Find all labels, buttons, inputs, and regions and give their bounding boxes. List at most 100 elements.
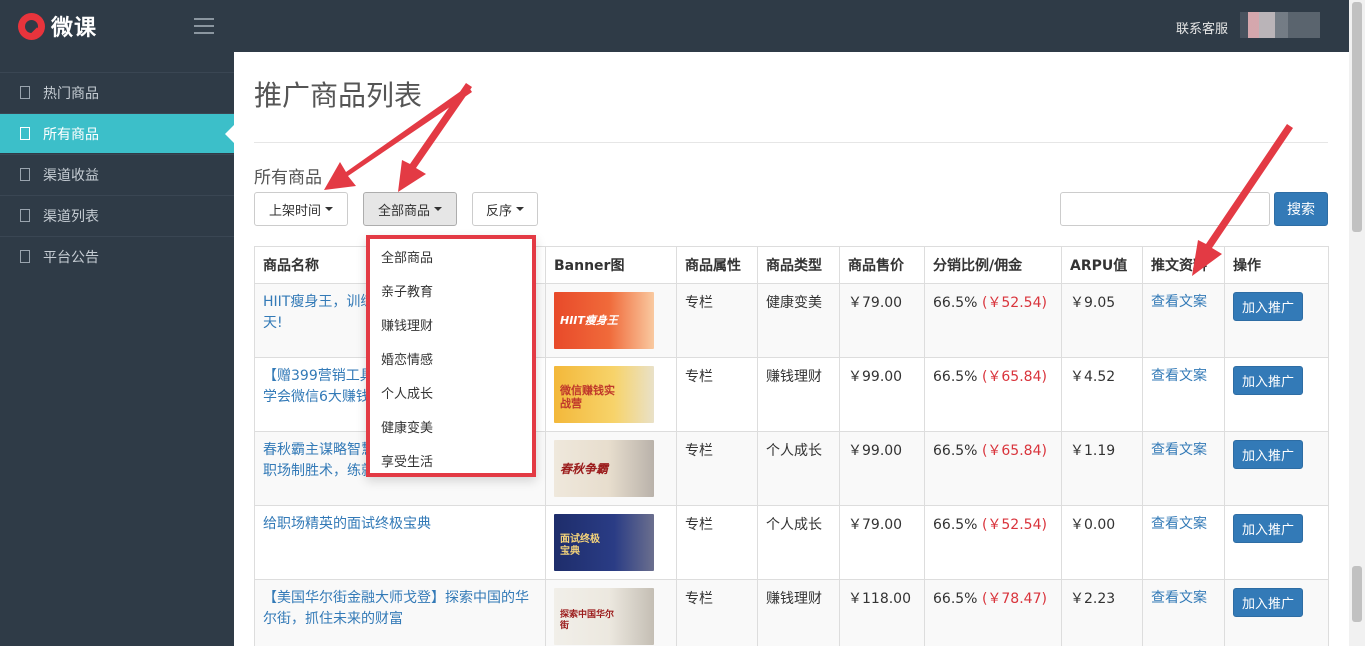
app-window: 微课 联系客服 热门商品 所有商品 渠道收益 渠道列表 平台公告 推广商品列表 … (0, 0, 1365, 646)
category-dropdown[interactable]: 全部商品 (363, 192, 457, 226)
sidebar-item-label: 渠道收益 (43, 167, 99, 184)
sort-field-dropdown[interactable]: 上架时间 (254, 192, 348, 226)
sidebar-item-hot-products[interactable]: 热门商品 (0, 72, 234, 112)
arpu-value: ￥2.23 (1061, 579, 1143, 646)
caret-down-icon (325, 207, 333, 211)
commission-cell: 66.5% (￥52.54) (924, 505, 1062, 580)
dropdown-item-parenting[interactable]: 亲子教育 (370, 273, 532, 307)
caret-down-icon (516, 207, 524, 211)
dropdown-item-relationship[interactable]: 婚恋情感 (370, 341, 532, 375)
search-button[interactable]: 搜索 (1274, 192, 1328, 226)
scrollbar-thumb[interactable] (1352, 2, 1362, 232)
arpu-value: ￥4.52 (1061, 357, 1143, 432)
column-header: 分销比例/佣金 (924, 246, 1062, 284)
section-title: 所有商品 (254, 168, 322, 188)
category-label: 全部商品 (377, 203, 430, 219)
sidebar-item-all-products[interactable]: 所有商品 (0, 113, 234, 153)
column-header: Banner图 (545, 246, 677, 284)
category-dropdown-menu: 全部商品 亲子教育 赚钱理财 婚恋情感 个人成长 健康变美 享受生活 (366, 235, 536, 477)
caret-down-icon (434, 207, 442, 211)
product-banner-image: 微信赚钱实战营 (554, 366, 654, 423)
product-attr: 专栏 (676, 505, 758, 580)
sidebar-item-label: 渠道列表 (43, 208, 99, 225)
menu-item-icon (20, 86, 30, 99)
top-bar: 微课 联系客服 (0, 0, 1349, 52)
product-attr: 专栏 (676, 357, 758, 432)
product-name-link[interactable]: 给职场精英的面试终极宝典 (263, 514, 537, 535)
sidebar: 热门商品 所有商品 渠道收益 渠道列表 平台公告 (0, 52, 234, 646)
page-title: 推广商品列表 (254, 79, 423, 112)
product-price: ￥99.00 (839, 357, 925, 432)
sidebar-item-channel-revenue[interactable]: 渠道收益 (0, 154, 234, 194)
scrollbar-thumb-secondary[interactable] (1352, 566, 1362, 622)
add-promotion-button[interactable]: 加入推广 (1233, 514, 1303, 543)
order-dropdown[interactable]: 反序 (472, 192, 538, 226)
product-attr: 专栏 (676, 431, 758, 506)
dropdown-item-health[interactable]: 健康变美 (370, 409, 532, 443)
product-banner-image: 探索中国华尔街 (554, 588, 654, 645)
search-input[interactable] (1060, 192, 1270, 226)
product-price: ￥79.00 (839, 505, 925, 580)
add-promotion-button[interactable]: 加入推广 (1233, 292, 1303, 321)
view-copy-link[interactable]: 查看文案 (1151, 516, 1207, 532)
commission-cell: 66.5% (￥78.47) (924, 579, 1062, 646)
commission-cell: 66.5% (￥65.84) (924, 357, 1062, 432)
avatar[interactable] (1240, 12, 1320, 38)
logo-text: 微课 (51, 16, 98, 41)
contact-support-link[interactable]: 联系客服 (1176, 18, 1228, 37)
menu-item-icon (20, 168, 30, 181)
product-banner-image: 面试终极宝典 (554, 514, 654, 571)
arpu-value: ￥0.00 (1061, 505, 1143, 580)
sidebar-item-announcements[interactable]: 平台公告 (0, 236, 234, 276)
commission-cell: 66.5% (￥52.54) (924, 283, 1062, 358)
view-copy-link[interactable]: 查看文案 (1151, 442, 1207, 458)
menu-item-icon (20, 250, 30, 263)
sidebar-item-channel-list[interactable]: 渠道列表 (0, 195, 234, 235)
column-header: ARPU值 (1061, 246, 1143, 284)
product-type: 健康变美 (757, 283, 840, 358)
sidebar-item-label: 平台公告 (43, 249, 99, 266)
sidebar-item-label: 所有商品 (43, 126, 99, 143)
arpu-value: ￥1.19 (1061, 431, 1143, 506)
product-price: ￥99.00 (839, 431, 925, 506)
product-type: 赚钱理财 (757, 579, 840, 646)
order-label: 反序 (485, 203, 512, 219)
logo[interactable]: 微课 (18, 12, 98, 41)
menu-item-icon (20, 127, 30, 140)
view-copy-link[interactable]: 查看文案 (1151, 368, 1207, 384)
column-header: 商品售价 (839, 246, 925, 284)
dropdown-item-all[interactable]: 全部商品 (370, 239, 532, 273)
logo-icon (18, 12, 45, 40)
column-header: 推文资料 (1142, 246, 1225, 284)
column-header: 操作 (1224, 246, 1329, 284)
product-name-link[interactable]: 【美国华尔街金融大师戈登】探索中国的华 尔街，抓住未来的财富 (263, 588, 537, 630)
product-banner-image: 春秋争霸 (554, 440, 654, 497)
product-banner-image: HIIT瘦身王 (554, 292, 654, 349)
dropdown-item-growth[interactable]: 个人成长 (370, 375, 532, 409)
arpu-value: ￥9.05 (1061, 283, 1143, 358)
table-row: 给职场精英的面试终极宝典 面试终极宝典 专栏 个人成长 ￥79.00 66.5%… (254, 505, 1329, 580)
column-header: 商品类型 (757, 246, 840, 284)
commission-cell: 66.5% (￥65.84) (924, 431, 1062, 506)
product-price: ￥79.00 (839, 283, 925, 358)
product-price: ￥118.00 (839, 579, 925, 646)
dropdown-item-finance[interactable]: 赚钱理财 (370, 307, 532, 341)
column-header: 商品属性 (676, 246, 758, 284)
product-type: 赚钱理财 (757, 357, 840, 432)
add-promotion-button[interactable]: 加入推广 (1233, 588, 1303, 617)
product-attr: 专栏 (676, 579, 758, 646)
menu-toggle-icon[interactable] (194, 18, 214, 34)
add-promotion-button[interactable]: 加入推广 (1233, 440, 1303, 469)
product-attr: 专栏 (676, 283, 758, 358)
product-type: 个人成长 (757, 431, 840, 506)
add-promotion-button[interactable]: 加入推广 (1233, 366, 1303, 395)
menu-item-icon (20, 209, 30, 222)
dropdown-item-lifestyle[interactable]: 享受生活 (370, 443, 532, 477)
divider (254, 142, 1328, 143)
product-type: 个人成长 (757, 505, 840, 580)
view-copy-link[interactable]: 查看文案 (1151, 294, 1207, 310)
sidebar-item-label: 热门商品 (43, 85, 99, 102)
sort-field-label: 上架时间 (268, 203, 321, 219)
table-row: 【美国华尔街金融大师戈登】探索中国的华 尔街，抓住未来的财富 探索中国华尔街 专栏… (254, 579, 1329, 646)
view-copy-link[interactable]: 查看文案 (1151, 590, 1207, 606)
